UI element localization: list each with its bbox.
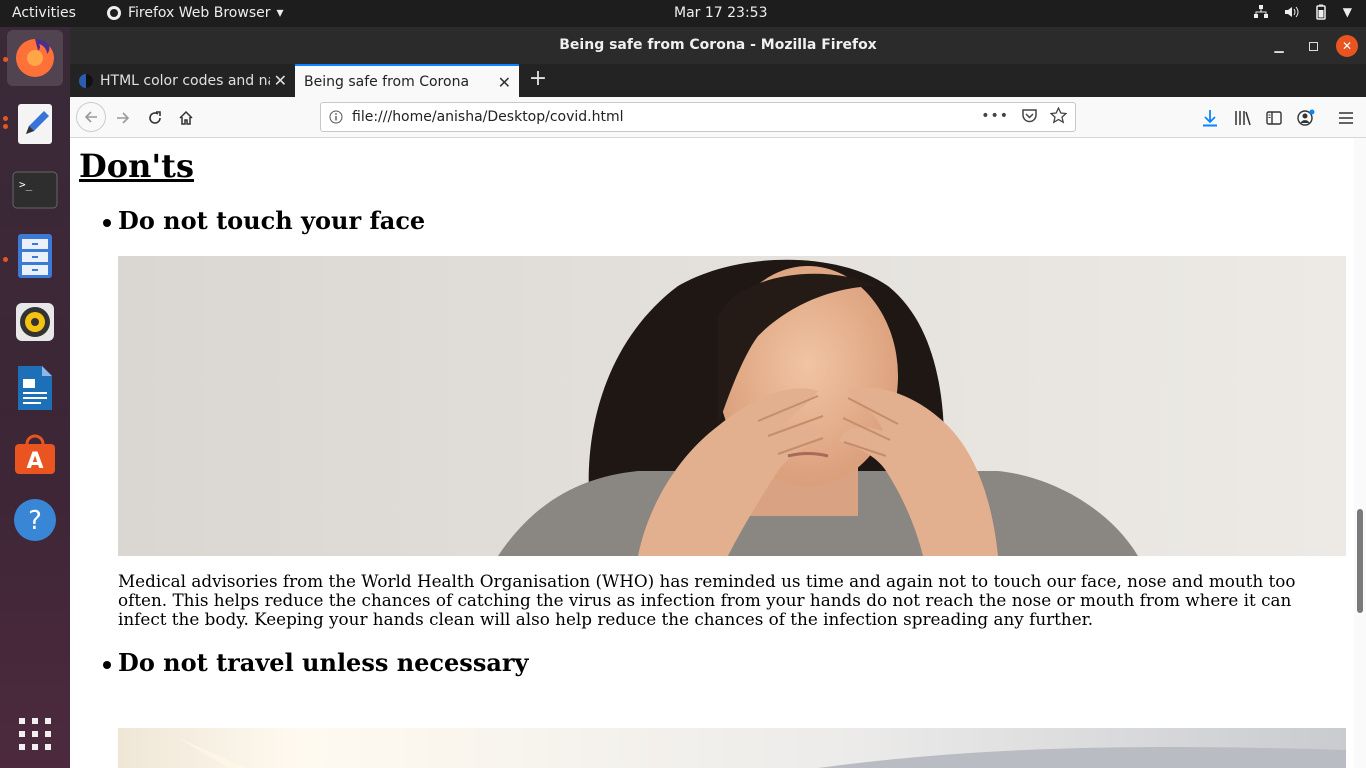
- terminal-icon: >_: [12, 171, 58, 209]
- help-icon: ?: [14, 499, 56, 541]
- library-icon: [1235, 111, 1251, 126]
- ubuntu-dock: >_ A ?: [0, 27, 70, 768]
- scrollbar-thumb[interactable]: [1357, 509, 1363, 613]
- item-description: Medical advisories from the World Health…: [118, 571, 1296, 629]
- svg-text:>_: >_: [19, 178, 33, 191]
- firefox-icon: [16, 39, 54, 77]
- dock-files[interactable]: [7, 228, 63, 284]
- navigation-toolbar: file:///home/anisha/Desktop/covid.html •…: [70, 97, 1366, 138]
- svg-text:A: A: [26, 449, 43, 474]
- item-heading: Do not travel unless necessary: [118, 648, 529, 677]
- window-title: Being safe from Corona - Mozilla Firefox: [559, 37, 877, 53]
- url-bar[interactable]: file:///home/anisha/Desktop/covid.html •…: [320, 102, 1076, 132]
- firefox-window: Being safe from Corona - Mozilla Firefox…: [70, 27, 1366, 768]
- dock-writer[interactable]: [7, 360, 63, 416]
- tab-favicon-icon: [79, 73, 93, 88]
- reload-button[interactable]: [141, 104, 169, 132]
- maximize-icon: [1308, 41, 1318, 51]
- system-menu-chevron-icon: ▼: [1342, 5, 1352, 19]
- home-button[interactable]: [172, 104, 200, 132]
- svg-text:?: ?: [28, 506, 42, 536]
- app-menu[interactable]: Firefox Web Browser ▾: [106, 5, 284, 21]
- clock[interactable]: Mar 17 23:53: [674, 5, 794, 21]
- dock-software-center[interactable]: A: [7, 426, 63, 482]
- minimize-button[interactable]: ▁: [1268, 35, 1290, 57]
- battery-icon: [1316, 4, 1326, 20]
- tab-label: Being safe from Corona: [304, 73, 470, 90]
- plus-icon: +: [528, 66, 548, 91]
- woman-touching-face-image: [118, 256, 1346, 556]
- account-button[interactable]: [1292, 104, 1320, 132]
- info-icon[interactable]: [329, 110, 343, 124]
- dock-firefox[interactable]: [7, 30, 63, 86]
- reload-icon: [149, 111, 161, 124]
- minimize-icon: ▁: [1274, 39, 1284, 53]
- home-icon: [179, 110, 193, 125]
- arrow-right-icon: [117, 112, 130, 124]
- tab-close-icon[interactable]: ✕: [274, 71, 287, 90]
- list-bullet: [103, 661, 111, 669]
- system-tray[interactable]: ▼: [1253, 4, 1352, 20]
- account-icon: [1297, 109, 1315, 126]
- rhythmbox-icon: [16, 303, 54, 341]
- hamburger-menu-icon: [1339, 112, 1353, 124]
- sidebar-button[interactable]: [1260, 104, 1288, 132]
- software-center-icon: A: [15, 434, 55, 474]
- maximize-button[interactable]: [1302, 35, 1324, 57]
- bookmark-star-icon[interactable]: [1050, 107, 1067, 124]
- page-actions-menu-icon[interactable]: •••: [981, 108, 1009, 124]
- app-menu-label: Firefox Web Browser: [128, 5, 271, 21]
- dock-help[interactable]: ?: [7, 492, 63, 548]
- dock-terminal[interactable]: >_: [7, 162, 63, 218]
- files-icon: [18, 234, 52, 278]
- page-heading: Don'ts: [79, 147, 194, 185]
- page-actions: •••: [981, 107, 1067, 124]
- tab-html-color-codes[interactable]: HTML color codes and na ✕: [70, 64, 295, 97]
- travel-image: [118, 728, 1346, 768]
- tab-strip: HTML color codes and na ✕ Being safe fro…: [70, 64, 1366, 97]
- arrow-left-icon: [84, 111, 97, 123]
- writer-icon: [18, 366, 52, 410]
- pocket-icon[interactable]: [1021, 108, 1038, 124]
- dock-text-editor[interactable]: [7, 96, 63, 152]
- back-button[interactable]: [76, 102, 106, 132]
- text-editor-icon: [18, 104, 52, 144]
- page-scrollbar[interactable]: [1354, 138, 1366, 768]
- volume-icon: [1284, 6, 1299, 18]
- tab-being-safe-from-corona[interactable]: Being safe from Corona ✕: [295, 64, 519, 97]
- tab-close-icon[interactable]: ✕: [498, 73, 511, 92]
- list-bullet: [103, 219, 111, 227]
- close-icon: ✕: [1341, 39, 1353, 53]
- close-window-button[interactable]: ✕: [1336, 35, 1358, 57]
- url-text: file:///home/anisha/Desktop/covid.html: [352, 109, 624, 125]
- dock-rhythmbox[interactable]: [7, 294, 63, 350]
- window-titlebar[interactable]: Being safe from Corona - Mozilla Firefox…: [70, 27, 1366, 64]
- downloads-button[interactable]: [1196, 104, 1224, 132]
- dock-show-apps[interactable]: [7, 706, 63, 762]
- gnome-top-bar: Activities Firefox Web Browser ▾ Mar 17 …: [0, 0, 1366, 27]
- chevron-down-icon: ▾: [276, 5, 284, 21]
- menu-button[interactable]: [1332, 104, 1360, 132]
- tab-label: HTML color codes and na: [100, 72, 270, 89]
- forward-button[interactable]: [109, 104, 137, 132]
- network-icon: [1253, 5, 1268, 18]
- item-heading: Do not touch your face: [118, 206, 426, 235]
- download-icon: [1203, 110, 1217, 127]
- page-content: Don'ts Do not touch your face Medical ad…: [70, 138, 1354, 768]
- show-apps-icon: [19, 718, 51, 750]
- library-button[interactable]: [1229, 104, 1257, 132]
- new-tab-button[interactable]: +: [526, 68, 550, 92]
- sidebar-icon: [1266, 111, 1282, 125]
- firefox-small-icon: [107, 6, 121, 20]
- activities-button[interactable]: Activities: [12, 5, 76, 21]
